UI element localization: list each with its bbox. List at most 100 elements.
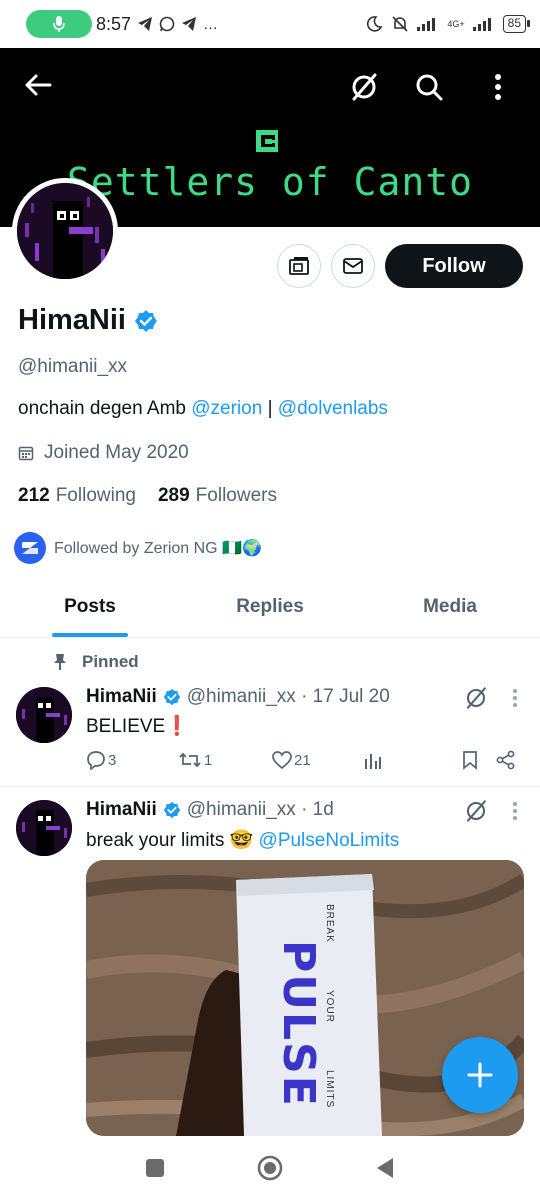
post-mention-link[interactable]: @PulseNoLimits [259,830,400,851]
verified-badge-icon [163,688,180,706]
zerion-logo-icon [22,542,38,554]
recent-apps-icon[interactable] [145,1158,165,1178]
more-vertical-icon[interactable] [512,688,518,708]
box-word-your: YOUR [324,990,335,1023]
post-text: BELIEVE❗ [86,714,189,738]
bell-muted-icon [392,16,408,32]
tab-media[interactable]: Media [360,580,540,637]
pulse-brand-text: PULSE [273,940,324,1108]
shop-icon [289,257,309,275]
post-header: HimaNii @himanii_xx · 17 Jul 20 [86,686,390,708]
pixel-avatar-image [16,800,72,856]
bio-link-dolvenlabs[interactable]: @dolvenlabs [278,398,388,419]
reply-count: 3 [108,751,117,769]
bookmark-button[interactable] [462,750,496,770]
tab-posts[interactable]: Posts [0,580,180,637]
followers-label: Followers [195,485,277,506]
analytics-icon [365,754,381,769]
grok-icon[interactable] [464,686,488,710]
back-button[interactable] [16,63,60,107]
following-link[interactable]: 212 Following [18,485,136,507]
home-icon[interactable] [257,1155,283,1181]
post-tools [464,799,518,823]
notification-icons: … [137,16,218,33]
post-avatar[interactable] [16,687,72,743]
tab-replies[interactable]: Replies [180,580,360,637]
system-icons: 4G+ 85 [365,15,531,33]
following-count: 212 [18,485,50,506]
compose-post-button[interactable] [442,1037,518,1113]
profile-avatar[interactable] [12,178,118,284]
box-word-break: BREAK [324,904,335,943]
joined-date: Joined May 2020 [18,442,189,464]
battery-indicator: 85 [502,15,531,33]
grok-button[interactable] [342,65,386,109]
bio-link-zerion[interactable]: @zerion [191,398,262,419]
telegram-icon [182,17,197,31]
whatsapp-icon [159,16,175,32]
like-count: 21 [294,751,311,769]
telegram-icon [138,17,153,31]
exclamation-emoji: ❗ [165,716,189,737]
profile-name-text: HimaNii [18,304,126,336]
search-icon [416,74,443,101]
network-type: 4G+ [447,18,465,29]
more-vertical-icon [495,74,501,100]
back-nav-icon[interactable] [375,1157,395,1179]
grok-icon[interactable] [464,799,488,823]
followers-link[interactable]: 289 Followers [158,485,277,507]
view-shops-button[interactable] [277,244,321,288]
like-button[interactable]: 21 [272,751,362,769]
message-button[interactable] [331,244,375,288]
post-actions: 3 1 21 [86,750,526,770]
following-label: Following [55,485,136,506]
repost-count: 1 [204,751,213,769]
share-button[interactable] [496,750,516,770]
canto-logo-icon [256,130,278,152]
bookmark-icon [463,751,477,770]
verified-badge-icon [134,309,157,332]
more-options-button[interactable] [476,65,520,109]
verified-badge-icon [163,801,180,819]
post-text-body: break your limits 🤓 [86,830,259,851]
followed-by-text: Followed by Zerion NG 🇳🇬🌍 [54,540,262,557]
moon-icon [367,16,383,32]
more-vertical-icon[interactable] [512,801,518,821]
profile-name: HimaNii [18,304,158,337]
calendar-icon [18,446,34,461]
followed-by[interactable]: Followed by Zerion NG 🇳🇬🌍 [14,532,262,564]
envelope-icon [343,258,363,274]
bio-text: onchain degen Amb [18,398,192,419]
reply-button[interactable]: 3 [86,750,178,770]
views-button[interactable] [362,751,462,769]
signal-icon [417,18,436,31]
pixel-avatar-image [17,183,113,279]
post-text-body: BELIEVE [86,716,166,737]
status-time: 8:57 [96,13,132,34]
post-author-name[interactable]: HimaNii [86,799,157,821]
follow-counts: 212 Following 289 Followers [18,485,277,507]
microphone-icon [53,16,65,32]
box-word-limits: LIMITS [324,1070,335,1109]
joined-text: Joined May 2020 [44,442,189,463]
post-meta: @himanii_xx · 1d [186,799,334,820]
post-header: HimaNii @himanii_xx · 1d [86,799,334,821]
grok-icon [352,73,377,101]
search-button[interactable] [407,65,451,109]
post-text: break your limits 🤓 @PulseNoLimits [86,828,399,852]
plus-icon [467,1062,493,1088]
repost-button[interactable]: 1 [178,750,272,770]
post-author-name[interactable]: HimaNii [86,686,157,708]
profile-handle: @himanii_xx [18,356,128,377]
post-tools [464,686,518,710]
pulse-box-label: PULSE BREAK YOUR LIMITS [266,904,346,1108]
pin-icon [54,654,66,670]
signal-icon [472,18,491,31]
post-avatar[interactable] [16,800,72,856]
profile-bio: onchain degen Amb @zerion | @dolvenlabs [18,398,388,420]
profile-tabs: Posts Replies Media [0,580,540,638]
post-divider [0,786,540,787]
follow-button[interactable]: Follow [385,244,523,288]
heart-icon [272,751,292,769]
zerion-avatar [14,532,46,564]
